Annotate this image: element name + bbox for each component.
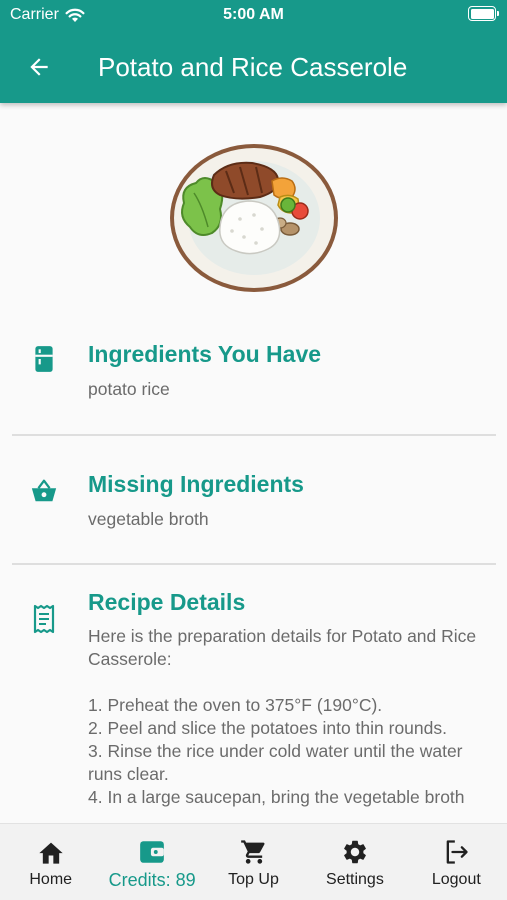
nav-label: Top Up: [228, 871, 279, 888]
section-title: Missing Ingredients: [88, 471, 304, 497]
section-title: Recipe Details: [88, 589, 246, 615]
app-bar: Carrier 5:00 AM Potato and Rice Casserol…: [0, 0, 507, 103]
nav-home[interactable]: Home: [0, 824, 101, 900]
recipe-content[interactable]: Ingredients You Have potato rice Missing…: [0, 103, 507, 823]
battery-icon: [468, 6, 499, 21]
section-recipe-details: Recipe Details Here is the preparation d…: [0, 585, 507, 823]
home-icon: [36, 837, 66, 867]
missing-ingredients-text: vegetable broth: [88, 509, 209, 529]
dish-image: [170, 144, 338, 292]
nav-label: Logout: [431, 871, 481, 888]
nav-settings[interactable]: Settings: [304, 824, 405, 900]
ingredients-have-text: potato rice: [88, 379, 170, 399]
wallet-icon: [137, 837, 167, 867]
section-missing-ingredients: Missing Ingredients vegetable broth: [0, 465, 507, 545]
nav-top-up[interactable]: Top Up: [203, 824, 304, 900]
bottom-nav: Home Credits: 89 Top Up Settings Logout: [0, 823, 507, 900]
receipt-icon: [30, 604, 58, 634]
nav-label: Credits: 89: [108, 870, 196, 890]
divider: [12, 563, 496, 565]
fridge-icon: [30, 345, 58, 373]
nav-logout[interactable]: Logout: [406, 824, 507, 900]
status-time: 5:00 AM: [223, 6, 284, 23]
arrow-left-icon: [30, 58, 48, 76]
nav-label: Settings: [326, 871, 384, 888]
back-button[interactable]: [22, 50, 56, 84]
divider: [12, 434, 496, 436]
page-title: Potato and Rice Casserole: [98, 52, 408, 82]
cart-icon: [239, 837, 269, 867]
basket-icon: [30, 477, 58, 505]
logout-icon: [441, 837, 471, 867]
nav-label: Home: [29, 871, 73, 888]
gear-icon: [340, 837, 370, 867]
recipe-details-text: Here is the preparation details for Pota…: [88, 626, 477, 807]
section-title: Ingredients You Have: [88, 341, 322, 367]
section-ingredients-have: Ingredients You Have potato rice: [0, 335, 507, 415]
nav-credits[interactable]: Credits: 89: [101, 824, 202, 900]
